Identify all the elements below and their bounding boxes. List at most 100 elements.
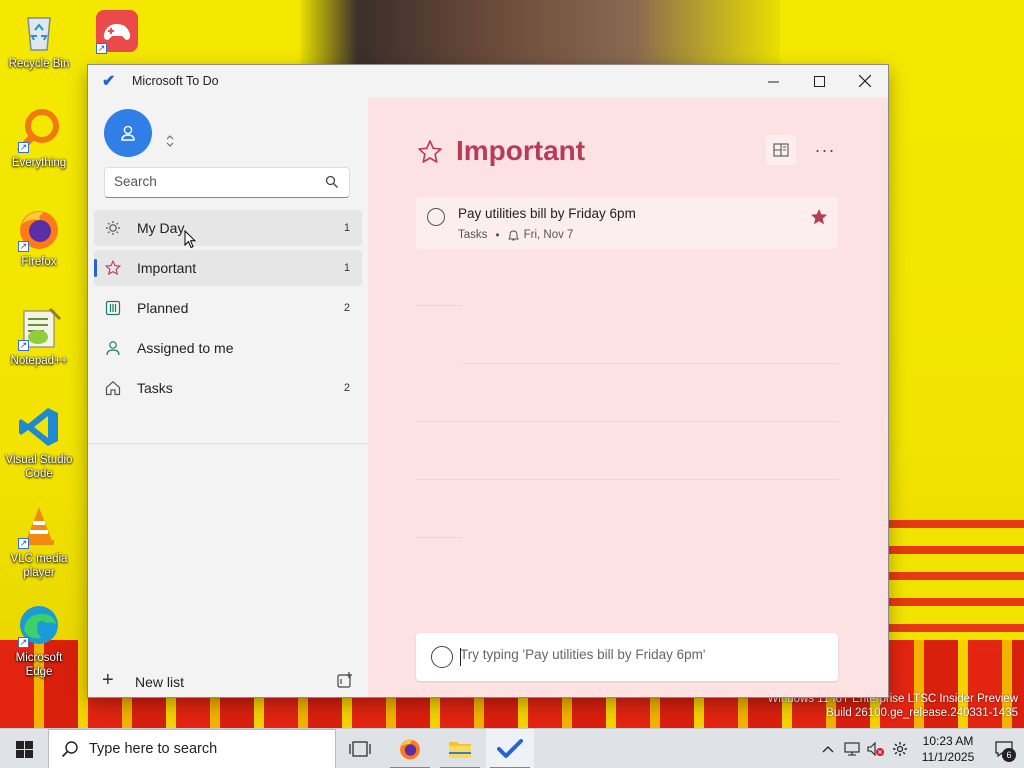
layout-icon: [773, 143, 789, 157]
account-switcher-chevron-icon[interactable]: [166, 135, 174, 148]
task-meta-separator: •: [495, 228, 500, 242]
todo-window: ✔ Microsoft To Do Search My Day 1 Import…: [88, 65, 888, 697]
sidebar-nav: My Day 1 Important 1 Planned 2 Assigned …: [94, 210, 362, 410]
desktop-icon-label: Notepad++: [10, 355, 68, 367]
clock-time: 10:23 AM: [922, 734, 974, 748]
gear-icon: [893, 742, 907, 756]
account-avatar[interactable]: [104, 109, 152, 157]
close-button[interactable]: [842, 65, 888, 97]
maximize-button[interactable]: [796, 65, 842, 97]
system-tray: 10:23 AM 11/1/2025 6: [816, 729, 1024, 768]
desktop-icon-notepad-plus-plus[interactable]: ↗ Notepad++: [1, 305, 77, 368]
new-group-icon[interactable]: [336, 671, 354, 689]
bell-icon: [507, 229, 519, 240]
shortcut-arrow-icon: ↗: [18, 142, 29, 153]
notepad-plus-plus-icon: ↗: [16, 305, 62, 351]
desktop-icon-vscode[interactable]: Visual Studio Code: [1, 404, 77, 481]
search-input[interactable]: [114, 174, 314, 189]
taskbar-search-box[interactable]: [48, 729, 336, 768]
sidebar-item-label: Assigned to me: [137, 340, 234, 356]
settings-button[interactable]: [888, 729, 912, 768]
desktop-icon-game[interactable]: ↗: [79, 8, 155, 57]
sidebar-item-assigned-to-me[interactable]: Assigned to me: [94, 330, 362, 366]
todo-app-icon: ✔: [102, 73, 116, 90]
window-controls: [750, 65, 888, 97]
wallpaper-shape: [880, 520, 1024, 650]
star-icon: [418, 140, 442, 163]
page-title: Important: [456, 135, 586, 166]
sidebar-item-count: 1: [343, 262, 350, 274]
desktop-icon-vlc[interactable]: ↗ VLC media player: [1, 503, 77, 580]
person-icon: [121, 125, 135, 141]
sidebar-item-my-day[interactable]: My Day 1: [94, 210, 362, 246]
task-view-button[interactable]: [336, 729, 384, 768]
more-options-button[interactable]: ···: [810, 137, 840, 163]
start-button[interactable]: [0, 729, 48, 768]
sidebar-item-important[interactable]: Important 1: [94, 250, 362, 286]
calendar-icon: [105, 300, 121, 316]
taskbar-file-explorer[interactable]: [436, 729, 484, 768]
task-item[interactable]: Pay utilities bill by Friday 6pm Tasks •…: [416, 197, 838, 249]
add-task-input[interactable]: [460, 647, 820, 662]
desktop-icon-edge[interactable]: ↗ Microsoft Edge: [1, 602, 77, 679]
notification-count-badge: 6: [1002, 748, 1016, 762]
show-hidden-icons-button[interactable]: [816, 729, 840, 768]
title-bar[interactable]: ✔ Microsoft To Do: [88, 65, 888, 97]
add-task-circle-icon: [431, 646, 453, 668]
volume-muted-icon: [867, 742, 884, 756]
sidebar-item-label: My Day: [137, 220, 185, 236]
minimize-icon: [767, 81, 779, 82]
task-reminder: Fri, Nov 7: [523, 229, 574, 241]
sidebar-item-planned[interactable]: Planned 2: [94, 290, 362, 326]
desktop-icon-label: Visual Studio Code: [5, 454, 73, 480]
firefox-icon: ↗: [16, 206, 62, 252]
text-caret: [460, 648, 461, 666]
sidebar: My Day 1 Important 1 Planned 2 Assigned …: [88, 97, 368, 697]
volume-button[interactable]: [864, 729, 888, 768]
search-box[interactable]: [104, 167, 350, 198]
sidebar-item-label: Tasks: [137, 380, 173, 396]
taskbar-clock[interactable]: 10:23 AM 11/1/2025: [912, 733, 984, 765]
new-list-button[interactable]: + New list: [88, 665, 368, 697]
taskbar-firefox[interactable]: [386, 729, 434, 768]
taskbar: 10:23 AM 11/1/2025 6: [0, 728, 1024, 768]
sidebar-item-label: Important: [137, 260, 197, 276]
add-task-box[interactable]: [416, 633, 838, 681]
sidebar-item-count: 1: [343, 222, 350, 234]
desktop-icon-label: Microsoft Edge: [15, 652, 63, 678]
taskbar-microsoft-todo[interactable]: [486, 729, 534, 768]
minimize-button[interactable]: [750, 65, 796, 97]
sidebar-item-tasks[interactable]: Tasks 2: [94, 370, 362, 406]
taskbar-search-input[interactable]: [89, 741, 319, 757]
star-icon: [105, 260, 121, 276]
sidebar-item-count: 2: [343, 302, 350, 314]
person-icon: [106, 341, 120, 356]
search-icon[interactable]: [325, 175, 339, 189]
desktop-icon-firefox[interactable]: ↗ Firefox: [1, 206, 77, 269]
clock-date: 11/1/2025: [921, 750, 975, 764]
desktop-icon-label: Firefox: [21, 256, 57, 268]
firefox-icon: [400, 739, 420, 760]
network-button[interactable]: [840, 729, 864, 768]
shortcut-arrow-icon: ↗: [18, 637, 29, 648]
sidebar-item-count: 2: [343, 382, 350, 394]
suggestions-button[interactable]: [766, 135, 796, 165]
wallpaper-shape: [300, 0, 780, 70]
new-list-label: New list: [135, 674, 185, 690]
notification-center-button[interactable]: 6: [984, 729, 1024, 768]
shortcut-arrow-icon: ↗: [18, 340, 29, 351]
game-app-icon: ↗: [94, 8, 140, 54]
task-title[interactable]: Pay utilities bill by Friday 6pm: [458, 206, 636, 221]
search-icon: [61, 741, 78, 758]
star-filled-icon[interactable]: [810, 208, 828, 226]
vlc-icon: ↗: [16, 503, 62, 549]
desktop-icon-recycle-bin[interactable]: Recycle Bin: [1, 8, 77, 71]
vscode-icon: [16, 404, 62, 450]
network-icon: [844, 742, 860, 756]
watermark-build: Build 26100.ge_release.240331-1435: [826, 707, 1018, 719]
shortcut-arrow-icon: ↗: [18, 241, 29, 252]
task-complete-checkbox[interactable]: [427, 208, 445, 226]
home-icon: [105, 381, 121, 396]
sidebar-divider: [88, 443, 368, 444]
desktop-icon-everything[interactable]: ↗ Everything: [1, 107, 77, 170]
